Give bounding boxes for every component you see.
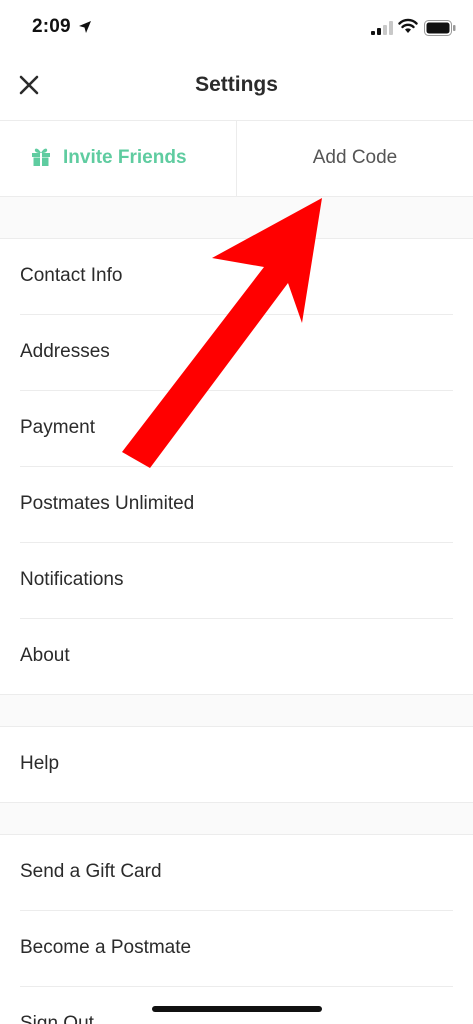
menu-item-label: Payment bbox=[20, 417, 95, 438]
menu-item-help[interactable]: Help bbox=[0, 727, 473, 803]
status-time: 2:09 bbox=[32, 16, 71, 37]
add-code-label: Add Code bbox=[312, 147, 398, 168]
invite-friends-label: Invite Friends bbox=[63, 147, 187, 168]
menu-item-contact-info[interactable]: Contact Info bbox=[0, 239, 473, 315]
menu-item-payment[interactable]: Payment bbox=[0, 391, 473, 467]
menu-item-addresses[interactable]: Addresses bbox=[0, 315, 473, 391]
gift-icon bbox=[32, 148, 50, 166]
section-spacer bbox=[0, 695, 473, 727]
wifi-icon bbox=[398, 18, 418, 33]
signal-icon bbox=[371, 21, 393, 35]
menu-item-label: About bbox=[20, 645, 70, 666]
home-indicator bbox=[152, 1006, 322, 1012]
menu-item-label: Contact Info bbox=[20, 265, 123, 286]
menu-item-postmates-unlimited[interactable]: Postmates Unlimited bbox=[0, 467, 473, 543]
menu-item-become-postmate[interactable]: Become a Postmate bbox=[0, 911, 473, 987]
invite-friends-button[interactable]: Invite Friends bbox=[0, 121, 236, 197]
menu-item-label: Postmates Unlimited bbox=[20, 493, 195, 514]
section-spacer bbox=[0, 803, 473, 835]
menu-item-about[interactable]: About bbox=[0, 619, 473, 695]
menu-item-send-gift-card[interactable]: Send a Gift Card bbox=[0, 835, 473, 911]
menu-item-label: Sign Out bbox=[20, 1013, 94, 1024]
menu-item-label: Become a Postmate bbox=[20, 937, 192, 958]
menu-item-notifications[interactable]: Notifications bbox=[0, 543, 473, 619]
location-arrow-icon bbox=[79, 21, 91, 33]
menu-item-label: Help bbox=[20, 753, 60, 774]
menu-item-label: Addresses bbox=[20, 341, 110, 362]
section-spacer bbox=[0, 197, 473, 239]
status-bar: 2:09 bbox=[0, 0, 473, 56]
add-code-button[interactable]: Add Code bbox=[237, 121, 473, 197]
menu-item-label: Send a Gift Card bbox=[20, 861, 162, 882]
battery-icon bbox=[424, 20, 456, 36]
menu-item-label: Notifications bbox=[20, 569, 124, 590]
page-title: Settings bbox=[195, 73, 278, 96]
promo-row: Invite Friends Add Code bbox=[0, 120, 473, 197]
nav-bar: Settings bbox=[0, 56, 473, 120]
